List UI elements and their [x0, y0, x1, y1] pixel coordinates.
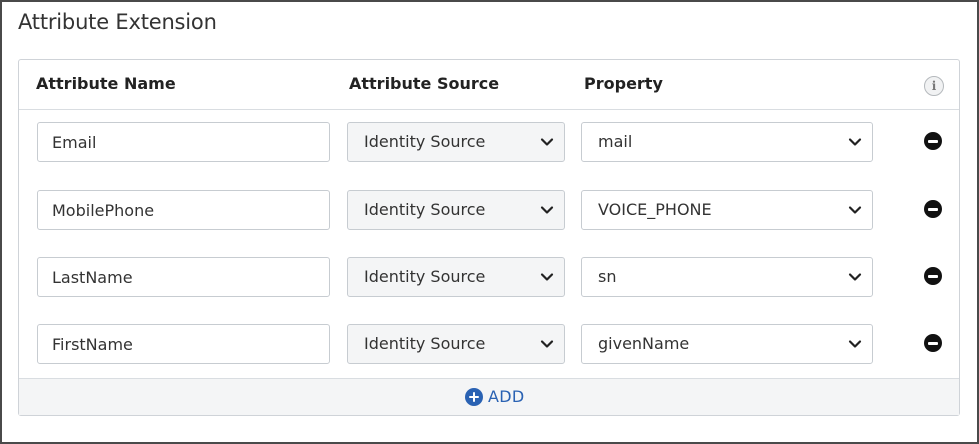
table-row: Identity Source mail	[19, 122, 959, 162]
attribute-source-select[interactable]: Identity Source	[347, 122, 565, 162]
attribute-source-select[interactable]: Identity Source	[347, 324, 565, 364]
chevron-down-icon	[540, 340, 554, 348]
property-value: givenName	[598, 334, 690, 353]
attribute-extension-panel: Attribute Extension Attribute Name Attri…	[0, 0, 979, 444]
attribute-name-input[interactable]	[37, 122, 330, 162]
attribute-source-value: Identity Source	[364, 200, 486, 219]
attribute-source-value: Identity Source	[364, 267, 486, 286]
header-attribute-name: Attribute Name	[36, 74, 176, 93]
plus-circle-icon	[465, 387, 483, 406]
section-title: Attribute Extension	[18, 10, 217, 34]
attribute-source-select[interactable]: Identity Source	[347, 190, 565, 230]
property-select[interactable]: VOICE_PHONE	[581, 190, 873, 230]
table-footer: ADD	[19, 378, 959, 415]
remove-row-button[interactable]	[924, 200, 942, 218]
table-header: Attribute Name Attribute Source Property…	[19, 60, 959, 110]
add-label: ADD	[488, 387, 525, 406]
attribute-name-input[interactable]	[37, 257, 330, 297]
info-icon[interactable]: i	[924, 76, 944, 96]
attribute-name-input[interactable]	[37, 190, 330, 230]
attribute-table: Attribute Name Attribute Source Property…	[18, 59, 960, 416]
attribute-source-value: Identity Source	[364, 334, 486, 353]
chevron-down-icon	[848, 273, 862, 281]
property-select[interactable]: mail	[581, 122, 873, 162]
property-select[interactable]: givenName	[581, 324, 873, 364]
attribute-source-select[interactable]: Identity Source	[347, 257, 565, 297]
property-value: VOICE_PHONE	[598, 200, 712, 219]
chevron-down-icon	[540, 138, 554, 146]
chevron-down-icon	[540, 206, 554, 214]
chevron-down-icon	[540, 273, 554, 281]
remove-row-button[interactable]	[924, 267, 942, 285]
add-attribute-button[interactable]: ADD	[465, 387, 525, 406]
header-attribute-source: Attribute Source	[349, 74, 500, 93]
remove-row-button[interactable]	[924, 334, 942, 352]
header-property: Property	[584, 74, 663, 93]
table-row: Identity Source VOICE_PHONE	[19, 190, 959, 230]
property-select[interactable]: sn	[581, 257, 873, 297]
table-row: Identity Source givenName	[19, 324, 959, 364]
property-value: sn	[598, 267, 617, 286]
property-value: mail	[598, 132, 633, 151]
attribute-name-input[interactable]	[37, 324, 330, 364]
chevron-down-icon	[848, 138, 862, 146]
remove-row-button[interactable]	[924, 132, 942, 150]
attribute-source-value: Identity Source	[364, 132, 486, 151]
table-row: Identity Source sn	[19, 257, 959, 297]
chevron-down-icon	[848, 206, 862, 214]
chevron-down-icon	[848, 340, 862, 348]
